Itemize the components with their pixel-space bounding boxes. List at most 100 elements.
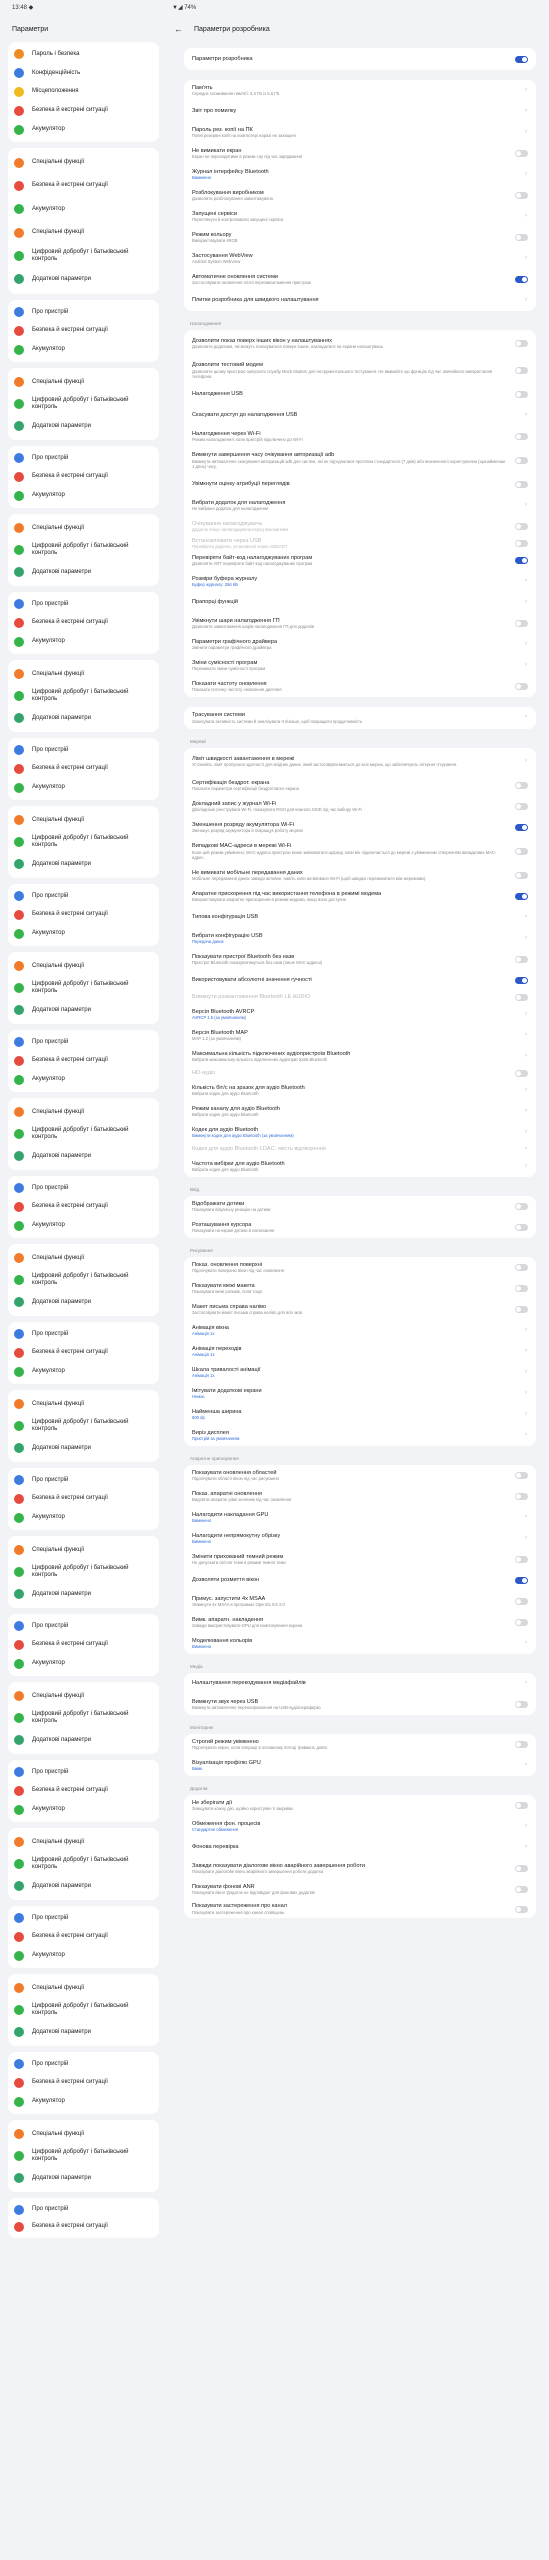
sidebar-item[interactable]: ● Спеціальні функції [8,809,159,831]
setting-row[interactable]: Пам'ять Середнє споживання пам'яті: 3,3 Г… [184,80,536,101]
setting-row[interactable]: Завжди показувати діалогове вікно аварій… [184,1858,536,1879]
sidebar-item[interactable]: ● Безпека й екстрені ситуації [8,760,159,779]
sidebar-item[interactable]: ● Додаткові параметри [8,999,159,1021]
sidebar-item[interactable]: ● Цифровий добробут і батьківський контро… [8,1415,159,1437]
sidebar-item[interactable]: ● Про пристрій [8,1179,159,1198]
setting-row[interactable]: Ліміт швидкості завантаження в мережі Уст… [184,748,536,775]
toggle-switch[interactable] [515,1203,528,1210]
setting-row[interactable]: Не вимикати екран Екран не переходитиме в… [184,143,536,164]
setting-row[interactable]: Кодек для аудіо Bluetooth Вимкнути кодек … [184,1122,536,1143]
setting-row[interactable]: Частота вибірки для аудіо Bluetooth Вибра… [184,1156,536,1177]
sidebar-item[interactable]: ● Цифровий добробут і батьківський контро… [8,831,159,853]
toggle-switch[interactable] [515,893,528,900]
sidebar-item[interactable]: ● Спеціальні функції [8,1539,159,1561]
sidebar-item[interactable]: ● Цифровий добробут і батьківський контро… [8,1999,159,2021]
sidebar-item[interactable]: ● Цифровий добробут і батьківський контро… [8,2145,159,2167]
setting-row[interactable]: Налаштування перекодування медіафайлів › [184,1673,536,1694]
sidebar-item[interactable]: ● Додаткові параметри [8,268,159,291]
setting-row[interactable]: Докладний запис у журнал Wi-Fi Докладніше… [184,796,536,817]
setting-row[interactable]: Автоматичне оновлення системи Застосовува… [184,269,536,290]
setting-row[interactable]: Налагодження USB [184,384,536,405]
toggle-switch[interactable] [515,391,528,398]
sidebar-item[interactable]: ● Акумулятор [8,1654,159,1673]
toggle-switch[interactable] [515,956,528,963]
toggle-switch[interactable] [515,1493,528,1500]
setting-row[interactable]: Дозволити показ поверх інших вікон у нал… [184,330,536,357]
setting-row[interactable]: Змінити прихований темний режим Не допуск… [184,1549,536,1570]
sidebar-item[interactable]: ● Цифровий добробут і батьківський контро… [8,539,159,561]
sidebar-item[interactable]: ● Безпека й екстрені ситуації [8,1344,159,1363]
sidebar-item[interactable]: ● Про пристрій [8,1033,159,1052]
setting-row[interactable]: Прапорці функцій › [184,592,536,613]
sidebar-item[interactable]: ● Спеціальні функції [8,1685,159,1707]
setting-row[interactable]: Вимкнути звук через USB Вимкнути автомати… [184,1694,536,1715]
sidebar-item[interactable]: ● Спеціальні функції [8,663,159,685]
toggle-switch[interactable] [515,1619,528,1626]
sidebar-item[interactable]: ● Акумулятор [8,2092,159,2111]
sidebar-item[interactable]: ● Акумулятор [8,924,159,943]
sidebar-item[interactable]: ● Пароль і безпека [8,45,159,64]
setting-row[interactable]: Звіт про помилку › [184,101,536,122]
sidebar-item[interactable]: ● Безпека й екстрені ситуації [8,2074,159,2093]
sidebar-item[interactable]: ● Про пристрій [8,1325,159,1344]
toggle-switch[interactable] [515,824,528,831]
sidebar-item[interactable]: ● Безпека й екстрені ситуації [8,1198,159,1217]
toggle-switch[interactable] [515,433,528,440]
sidebar-item[interactable]: ● Про пристрій [8,1617,159,1636]
toggle-switch[interactable] [515,150,528,157]
toggle-switch[interactable] [515,481,528,488]
setting-row[interactable]: Увімкнути оцінку атрибуції переглядів [184,474,536,495]
setting-row[interactable]: Найменша ширина 600 dp › [184,1404,536,1425]
sidebar-item[interactable]: ● Акумулятор [8,1362,159,1381]
setting-row[interactable]: Запущені сервіси Переглянути й контролюва… [184,206,536,227]
sidebar-item[interactable]: ● Про пристрій [8,1471,159,1490]
toggle-switch[interactable] [515,1577,528,1584]
toggle-switch[interactable] [515,55,528,63]
setting-row[interactable]: Показати частоту оновлення Показати поточ… [184,676,536,697]
setting-row[interactable]: Параметри графічного драйвера Змінити пар… [184,634,536,655]
setting-row[interactable]: Обмеження фон. процесів Стандартне обмеже… [184,1816,536,1837]
sidebar-item[interactable]: ● Акумулятор [8,1216,159,1235]
toggle-switch[interactable] [515,620,528,627]
setting-row[interactable]: Фонова перевірка › [184,1837,536,1858]
setting-row[interactable]: Параметри розробника [184,48,536,70]
sidebar-item[interactable]: ● Спеціальні функції [8,371,159,393]
setting-row[interactable]: Виріз дисплея Пристрій за умовчанням › [184,1425,536,1446]
toggle-switch[interactable] [515,1741,528,1748]
toggle-switch[interactable] [515,192,528,199]
toggle-switch[interactable] [515,1264,528,1271]
toggle-switch[interactable] [515,1598,528,1605]
sidebar-item[interactable]: ● Додаткові параметри [8,1291,159,1313]
sidebar-item[interactable]: ● Безпека й екстрені ситуації [8,174,159,197]
setting-row[interactable]: Відображати дотики Показувати візуальну р… [184,1196,536,1217]
sidebar-item[interactable]: ● Безпека й екстрені ситуації [8,101,159,120]
setting-row[interactable]: Шкала тривалості анімації Анімація 1x › [184,1362,536,1383]
sidebar-item[interactable]: ● Акумулятор [8,340,159,359]
sidebar-item[interactable]: ● Конфіденційність [8,64,159,83]
setting-row[interactable]: Застосування WebView Android System WebVi… [184,248,536,269]
toggle-switch[interactable] [515,977,528,984]
toggle-switch[interactable] [515,1472,528,1479]
sidebar-item[interactable]: ● Спеціальні функції [8,221,159,244]
setting-row[interactable]: Типова конфігурація USB › [184,907,536,928]
sidebar-item[interactable]: ● Безпека й екстрені ситуації [8,2218,159,2235]
setting-row[interactable]: Скасувати доступ до налагодження USB › [184,405,536,426]
sidebar-item[interactable]: ● Про пристрій [8,1763,159,1782]
toggle-switch[interactable] [515,340,528,347]
setting-row[interactable]: Пароль рез. копії на ПК Повні резервні ко… [184,122,536,143]
setting-row[interactable]: Розташування курсора Показувати на екрані… [184,1217,536,1238]
setting-row[interactable]: Дозволяти розмиття вікон [184,1570,536,1591]
sidebar-item[interactable]: ● Безпека й екстрені ситуації [8,1928,159,1947]
setting-row[interactable]: Показувати застереження про канал Показув… [184,1900,536,1918]
toggle-switch[interactable] [515,782,528,789]
sidebar-item[interactable]: ● Додаткові параметри [8,1875,159,1897]
toggle-switch[interactable] [515,234,528,241]
sidebar-item[interactable]: ● Додаткові параметри [8,561,159,583]
sidebar-item[interactable]: ● Акумулятор [8,1070,159,1089]
sidebar-item[interactable]: ● Цифровий добробут і батьківський контро… [8,977,159,999]
sidebar-item[interactable]: ● Цифровий добробут і батьківський контро… [8,1853,159,1875]
sidebar-item[interactable]: ● Спеціальні функції [8,1247,159,1269]
sidebar-item[interactable]: ● Спеціальні функції [8,2123,159,2145]
sidebar-item[interactable]: ● Цифровий добробут і батьківський контро… [8,1707,159,1729]
sidebar-item[interactable]: ● Безпека й екстрені ситуації [8,1490,159,1509]
